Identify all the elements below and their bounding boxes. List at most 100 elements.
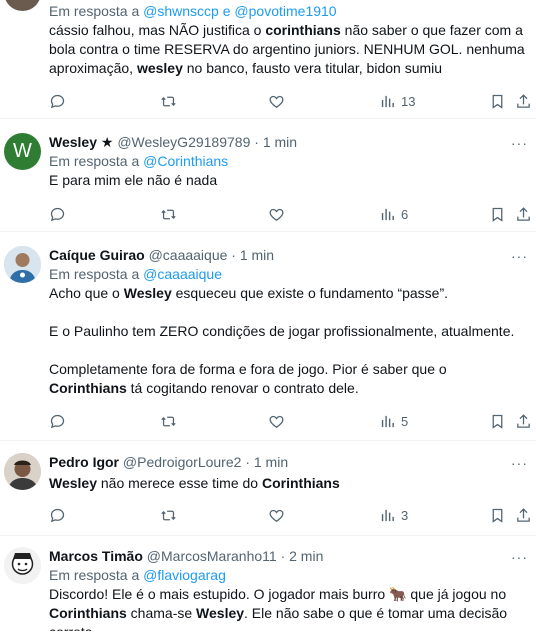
more-options-icon[interactable]: ··· <box>511 455 528 471</box>
like-button[interactable] <box>268 505 285 525</box>
reply-button[interactable] <box>49 505 66 525</box>
retweet-button[interactable] <box>160 204 177 224</box>
avatar[interactable] <box>4 547 41 584</box>
profile-photo <box>4 246 41 283</box>
bookmark-button[interactable] <box>489 505 506 525</box>
share-button[interactable] <box>515 204 532 224</box>
reply-mention-link-2[interactable]: @povotime1910 <box>234 3 336 19</box>
bookmark-button[interactable] <box>489 411 506 431</box>
share-icon <box>517 206 530 221</box>
tweet-header: Wesley ★ @WesleyG29189789 · 1 min <box>49 132 528 152</box>
reply-join: e <box>222 3 231 19</box>
reply-context: Em resposta a @flaviogarag <box>49 567 226 583</box>
tweet-4[interactable]: Pedro Igor @PedroigorLoure2 · 1 min Wesl… <box>0 441 536 536</box>
like-button[interactable] <box>268 91 285 111</box>
text-line: Discordo! Ele é o mais estupido. O jogad… <box>49 586 507 602</box>
like-button[interactable] <box>268 411 285 431</box>
reply-mention-link[interactable]: @Corinthians <box>143 153 228 169</box>
like-button[interactable] <box>268 204 285 224</box>
retweet-icon <box>161 96 176 106</box>
tweet-text: cássio falhou, mas NÃO justifica o corin… <box>49 22 525 76</box>
display-name[interactable]: Marcos Timão <box>49 548 143 564</box>
reply-button[interactable] <box>49 204 66 224</box>
reply-icon <box>50 207 65 221</box>
retweet-button[interactable] <box>160 411 177 431</box>
bookmark-button[interactable] <box>489 204 506 224</box>
timestamp[interactable]: · 1 min <box>245 454 288 470</box>
share-icon <box>517 413 530 428</box>
tweet-1[interactable]: Em resposta a @shwnsccp e @povotime1910 … <box>0 0 536 119</box>
text-line: Corinthians chama-se Wesley. Ele não sab… <box>49 605 508 621</box>
handle[interactable]: @PedroigorLoure2 <box>123 454 242 470</box>
share-icon <box>517 507 530 522</box>
heart-icon <box>269 208 284 221</box>
profile-photo <box>4 453 41 490</box>
reply-button[interactable] <box>49 91 66 111</box>
views-button[interactable]: 6 <box>379 204 408 224</box>
more-options-icon[interactable]: ··· <box>511 135 528 151</box>
more-options-icon[interactable]: ··· <box>511 549 528 565</box>
timestamp[interactable]: · 2 min <box>281 548 324 564</box>
views-icon <box>381 415 394 427</box>
reply-mention-link[interactable]: @flaviogarag <box>143 567 226 583</box>
tweet-text: Discordo! Ele é o mais estupido. O jogad… <box>49 585 528 631</box>
reply-context: Em resposta a @Corinthians <box>49 153 229 169</box>
text-line: correta <box>49 623 528 631</box>
retweet-icon <box>161 209 176 219</box>
views-count: 13 <box>401 93 416 109</box>
share-button[interactable] <box>515 91 532 111</box>
heart-icon <box>269 509 284 522</box>
share-icon <box>517 93 530 108</box>
retweet-button[interactable] <box>160 91 177 111</box>
tweet-header: Caíque Guirao @caaaaique · 1 min <box>49 245 528 265</box>
reply-button[interactable] <box>49 411 66 431</box>
reply-icon <box>50 508 65 522</box>
paragraph: E o Paulinho tem ZERO condições de jogar… <box>49 323 515 339</box>
bookmark-icon <box>492 414 503 429</box>
views-button[interactable]: 13 <box>379 91 415 111</box>
reply-icon <box>50 414 65 428</box>
views-count: 5 <box>401 413 409 429</box>
avatar[interactable] <box>4 246 41 283</box>
share-button[interactable] <box>515 411 532 431</box>
views-count: 6 <box>401 206 409 222</box>
avatar[interactable] <box>4 453 41 490</box>
reply-mention-link[interactable]: @shwnsccp <box>143 3 219 19</box>
views-icon <box>381 208 394 220</box>
retweet-button[interactable] <box>160 505 177 525</box>
handle[interactable]: @caaaaique <box>149 247 228 263</box>
display-name[interactable]: Wesley ★ <box>49 134 113 150</box>
avatar[interactable]: W <box>4 133 41 170</box>
tweet-2[interactable]: W Wesley ★ @WesleyG29189789 · 1 min Em r… <box>0 119 536 232</box>
more-options-icon[interactable]: ··· <box>511 248 528 264</box>
views-button[interactable]: 5 <box>379 411 408 431</box>
views-icon <box>381 95 394 107</box>
handle[interactable]: @MarcosMaranho11 <box>147 548 277 564</box>
tweet-3[interactable]: Caíque Guirao @caaaaique · 1 min Em resp… <box>0 232 536 441</box>
share-button[interactable] <box>515 505 532 525</box>
reply-context: Em resposta a @caaaaique <box>49 266 222 282</box>
tweet-text: Acho que o Wesley esqueceu que existe o … <box>49 284 528 398</box>
retweet-icon <box>161 510 176 520</box>
tweet-header: Pedro Igor @PedroigorLoure2 · 1 min <box>49 452 528 472</box>
paragraph: Acho que o Wesley esqueceu que existe o … <box>49 285 449 301</box>
reply-icon <box>50 94 65 108</box>
tweet-text: E para mim ele não é nada <box>49 172 218 188</box>
bookmark-icon <box>492 94 503 109</box>
heart-icon <box>269 415 284 428</box>
bookmark-icon <box>492 508 503 523</box>
tweet-header: Marcos Timão @MarcosMaranho11 · 2 min <box>49 546 528 566</box>
timestamp[interactable]: · 1 min <box>254 134 297 150</box>
avatar[interactable] <box>4 0 41 11</box>
views-button[interactable]: 3 <box>379 505 408 525</box>
display-name[interactable]: Caíque Guirao <box>49 247 145 263</box>
handle[interactable]: @WesleyG29189789 <box>117 134 250 150</box>
ox-emoji-icon: 🐂 <box>389 586 407 602</box>
timestamp[interactable]: · 1 min <box>231 247 274 263</box>
views-icon <box>381 509 394 521</box>
bookmark-button[interactable] <box>489 91 506 111</box>
display-name[interactable]: Pedro Igor <box>49 454 119 470</box>
reply-mention-link[interactable]: @caaaaique <box>143 266 222 282</box>
tweet-5[interactable]: Marcos Timão @MarcosMaranho11 · 2 min Em… <box>0 536 536 634</box>
retweet-icon <box>161 416 176 426</box>
